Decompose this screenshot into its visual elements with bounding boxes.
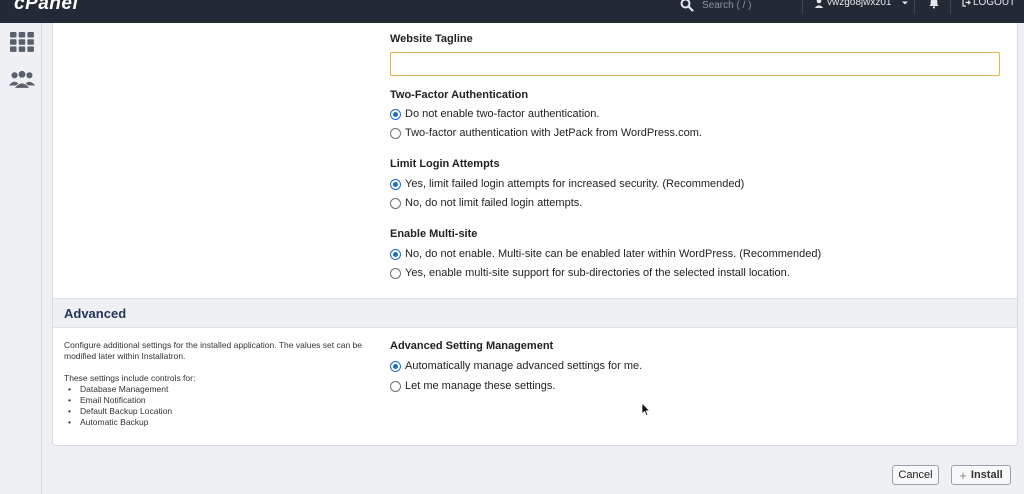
users-icon bbox=[9, 69, 35, 89]
mouse-cursor-icon bbox=[641, 402, 651, 417]
install-button-label: Install bbox=[970, 469, 1003, 481]
multisite-option-yes[interactable]: Yes, enable multi-site support for sub-d… bbox=[390, 267, 790, 279]
user-icon bbox=[814, 0, 824, 8]
website-tagline-input[interactable] bbox=[390, 52, 1000, 76]
advanced-description: Configure additional settings for the in… bbox=[64, 340, 364, 428]
logout-icon bbox=[962, 0, 971, 7]
advanced-section-title: Advanced bbox=[64, 306, 127, 321]
topbar-divider bbox=[950, 0, 951, 14]
advanced-option-auto[interactable]: Automatically manage advanced settings f… bbox=[390, 360, 642, 372]
radio-button[interactable] bbox=[390, 127, 401, 139]
user-menu[interactable]: vwzgo8jwxz01 bbox=[814, 0, 909, 8]
topbar-divider bbox=[802, 0, 803, 14]
multisite-label: Enable Multi-site bbox=[390, 228, 478, 240]
plus-icon: + bbox=[959, 467, 967, 483]
cpanel-logo[interactable]: cPanel bbox=[14, 0, 78, 15]
logout-link[interactable]: LOGOUT bbox=[962, 0, 1015, 8]
install-form-panel: Website Tagline Two-Factor Authenticatio… bbox=[52, 23, 1018, 446]
radio-button[interactable] bbox=[390, 108, 401, 120]
radio-button[interactable] bbox=[390, 248, 401, 260]
two-factor-option-jetpack[interactable]: Two-factor authentication with JetPack f… bbox=[390, 127, 702, 139]
limit-login-label: Limit Login Attempts bbox=[390, 158, 500, 170]
limit-login-option-yes[interactable]: Yes, limit failed login attempts for inc… bbox=[390, 178, 744, 190]
advanced-setting-label: Advanced Setting Management bbox=[390, 340, 554, 352]
advanced-description-text: Configure additional settings for the in… bbox=[64, 340, 363, 361]
list-item: Default Backup Location bbox=[64, 406, 364, 417]
bell-icon[interactable] bbox=[928, 0, 940, 9]
cancel-button[interactable]: Cancel bbox=[892, 465, 939, 485]
radio-button[interactable] bbox=[390, 178, 401, 190]
advanced-section-header[interactable]: Advanced bbox=[53, 298, 1017, 328]
limit-login-option-no[interactable]: No, do not limit failed login attempts. bbox=[390, 197, 582, 209]
advanced-option-manual[interactable]: Let me manage these settings. bbox=[390, 380, 555, 392]
list-item: Automatic Backup bbox=[64, 417, 364, 428]
list-item: Database Management bbox=[64, 384, 364, 395]
sidebar-item-users[interactable] bbox=[9, 67, 35, 91]
two-factor-label: Two-Factor Authentication bbox=[390, 89, 529, 101]
website-tagline-label: Website Tagline bbox=[390, 33, 473, 45]
search-input[interactable] bbox=[702, 0, 802, 13]
search-icon[interactable] bbox=[680, 0, 694, 12]
search-box[interactable] bbox=[680, 0, 802, 14]
install-button[interactable]: + Install bbox=[951, 465, 1011, 485]
grid-icon bbox=[10, 32, 34, 52]
chevron-down-icon bbox=[902, 1, 909, 4]
username-label: vwzgo8jwxz01 bbox=[827, 0, 892, 8]
advanced-controls-list: Database Management Email Notification D… bbox=[64, 384, 364, 428]
sidebar bbox=[0, 23, 42, 494]
two-factor-option-disable[interactable]: Do not enable two-factor authentication. bbox=[390, 108, 599, 120]
top-bar: cPanel vwzgo8jwxz01 LOGOUT bbox=[0, 0, 1024, 23]
multisite-option-no[interactable]: No, do not enable. Multi-site can be ena… bbox=[390, 248, 821, 260]
radio-button[interactable] bbox=[390, 267, 401, 279]
logout-label: LOGOUT bbox=[973, 0, 1016, 8]
advanced-controls-intro: These settings include controls for: bbox=[64, 373, 196, 383]
radio-button[interactable] bbox=[390, 360, 401, 372]
sidebar-item-tools[interactable] bbox=[9, 30, 35, 54]
topbar-divider bbox=[914, 0, 915, 14]
radio-button[interactable] bbox=[390, 197, 401, 209]
list-item: Email Notification bbox=[64, 395, 364, 406]
radio-button[interactable] bbox=[390, 380, 401, 392]
